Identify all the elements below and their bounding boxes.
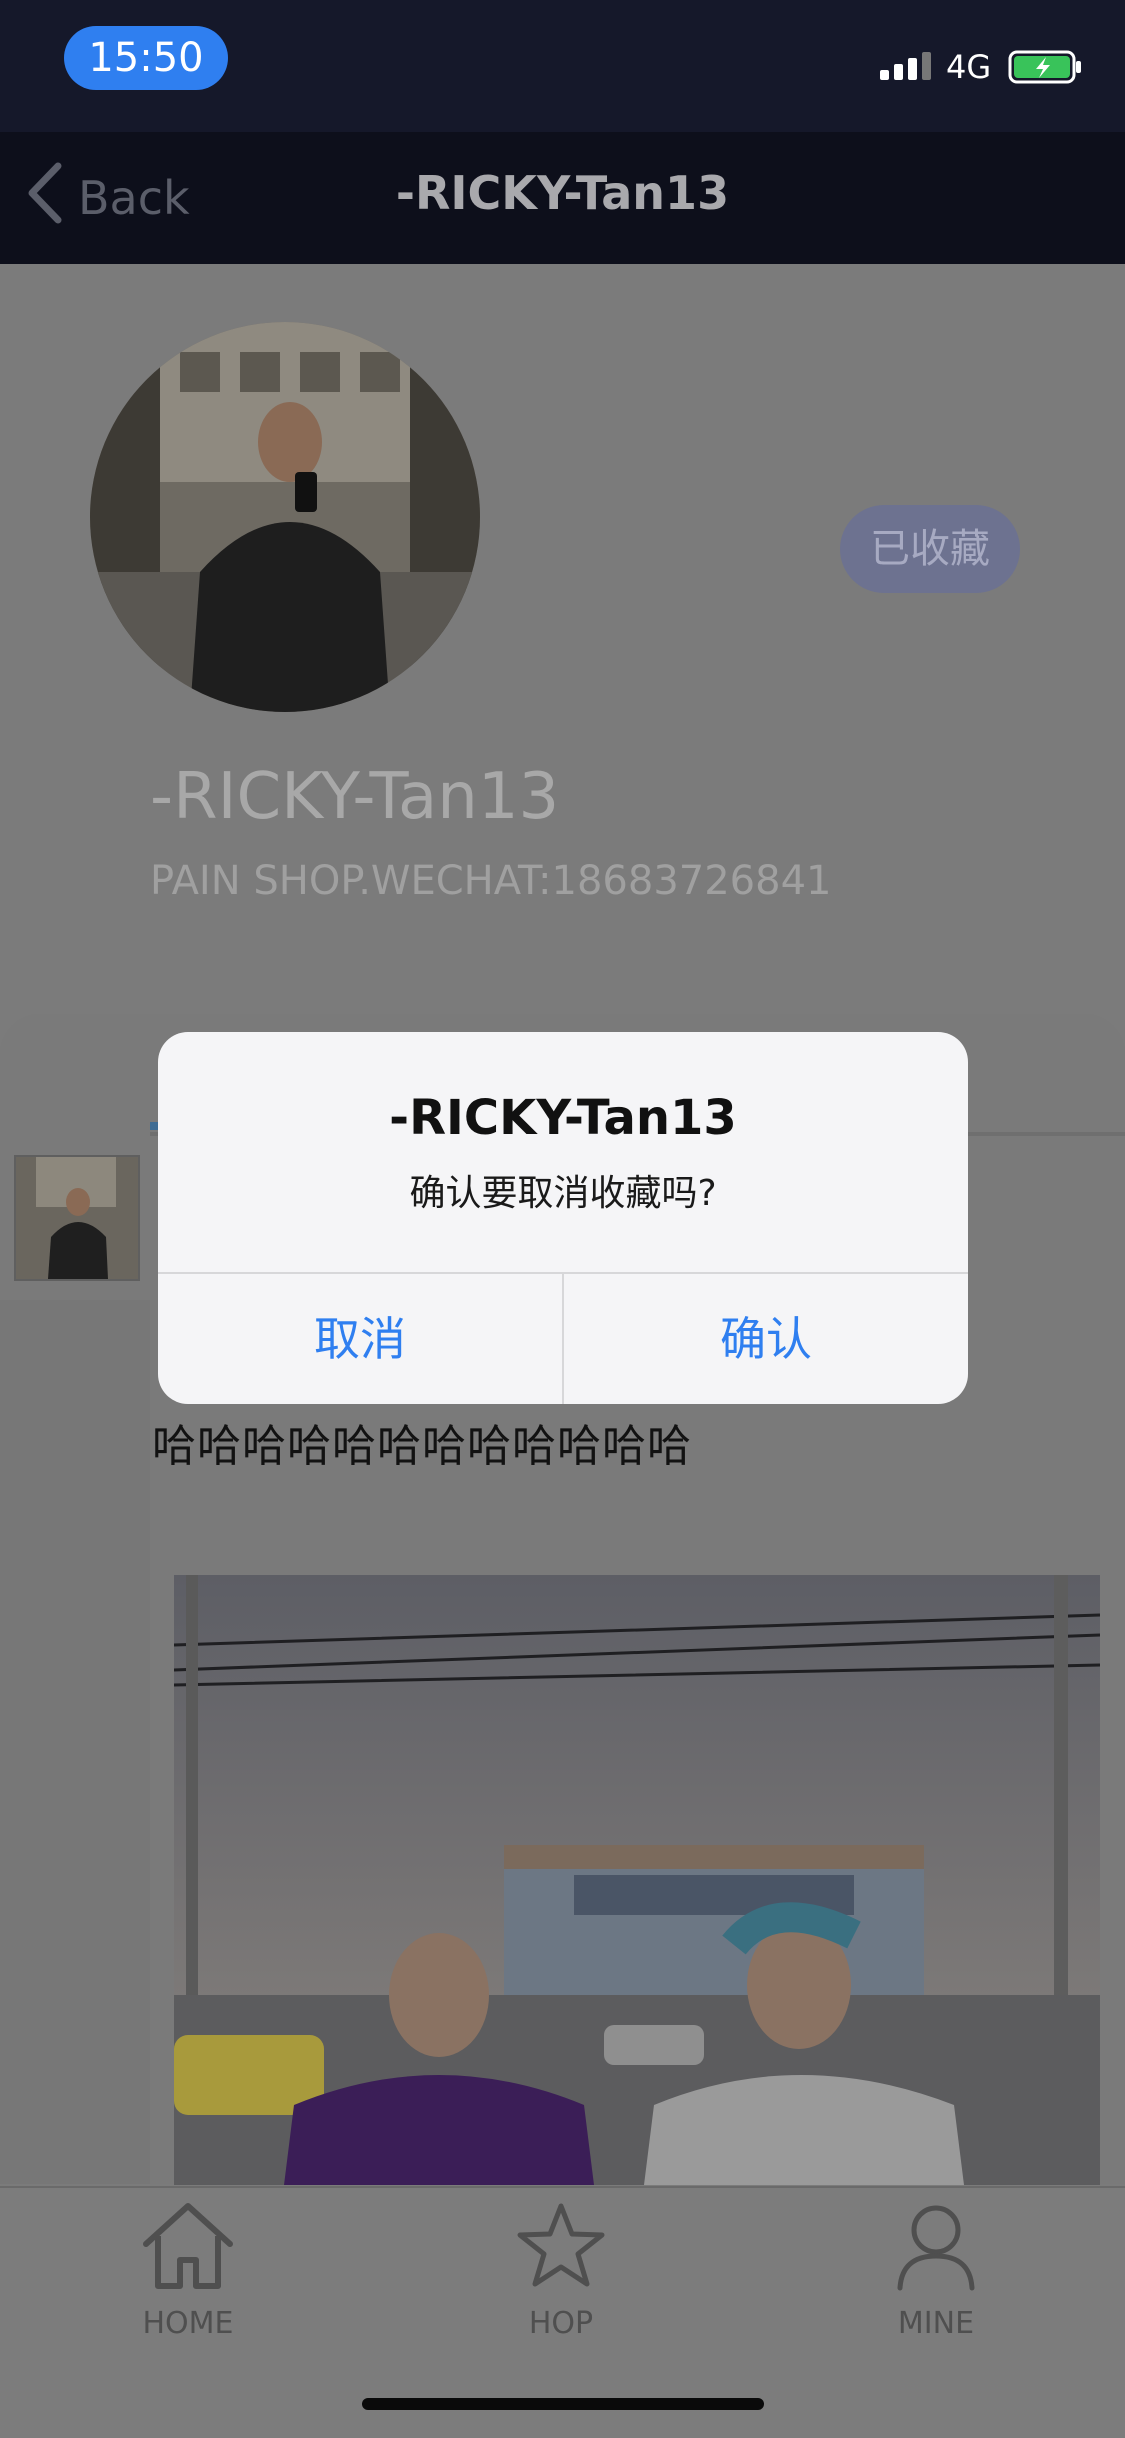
avatar[interactable] bbox=[90, 322, 480, 712]
cancel-button[interactable]: 取消 bbox=[158, 1274, 562, 1404]
post-photo[interactable] bbox=[174, 1575, 1100, 2185]
tab-hop[interactable]: HOP bbox=[461, 2200, 661, 2341]
star-icon bbox=[515, 2203, 607, 2300]
signal-bars-icon bbox=[880, 50, 934, 84]
confirm-button[interactable]: 确认 bbox=[564, 1274, 968, 1404]
tab-hop-label: HOP bbox=[528, 2306, 594, 2341]
unfavorite-alert: -RICKY-Tan13 确认要取消收藏吗? 取消 确认 bbox=[158, 1032, 968, 1404]
battery-charging-icon bbox=[1008, 50, 1084, 88]
post-thumbnail[interactable] bbox=[14, 1155, 140, 1281]
profile-name: -RICKY-Tan13 bbox=[150, 760, 560, 834]
tab-home[interactable]: HOME bbox=[88, 2200, 288, 2341]
house-icon bbox=[138, 2203, 238, 2300]
tab-mine[interactable]: MINE bbox=[836, 2200, 1036, 2341]
post-text: 哈哈哈哈哈哈哈哈哈哈哈哈 bbox=[152, 1421, 692, 1472]
tab-mine-label: MINE bbox=[897, 2306, 975, 2341]
profile-bio: PAIN SHOP.WECHAT:18683726841 bbox=[150, 858, 832, 904]
alert-title: -RICKY-Tan13 bbox=[389, 1090, 737, 1146]
page-title: -RICKY-Tan13 bbox=[395, 166, 730, 220]
favorited-badge[interactable]: 已收藏 bbox=[840, 505, 1020, 593]
status-time: 15:50 bbox=[64, 26, 228, 90]
person-icon bbox=[890, 2205, 982, 2300]
home-indicator bbox=[362, 2398, 764, 2410]
network-type: 4G bbox=[946, 48, 992, 86]
alert-message: 确认要取消收藏吗? bbox=[409, 1173, 717, 1214]
tab-home-label: HOME bbox=[142, 2306, 234, 2341]
sheet-side-panel bbox=[0, 1300, 150, 2184]
